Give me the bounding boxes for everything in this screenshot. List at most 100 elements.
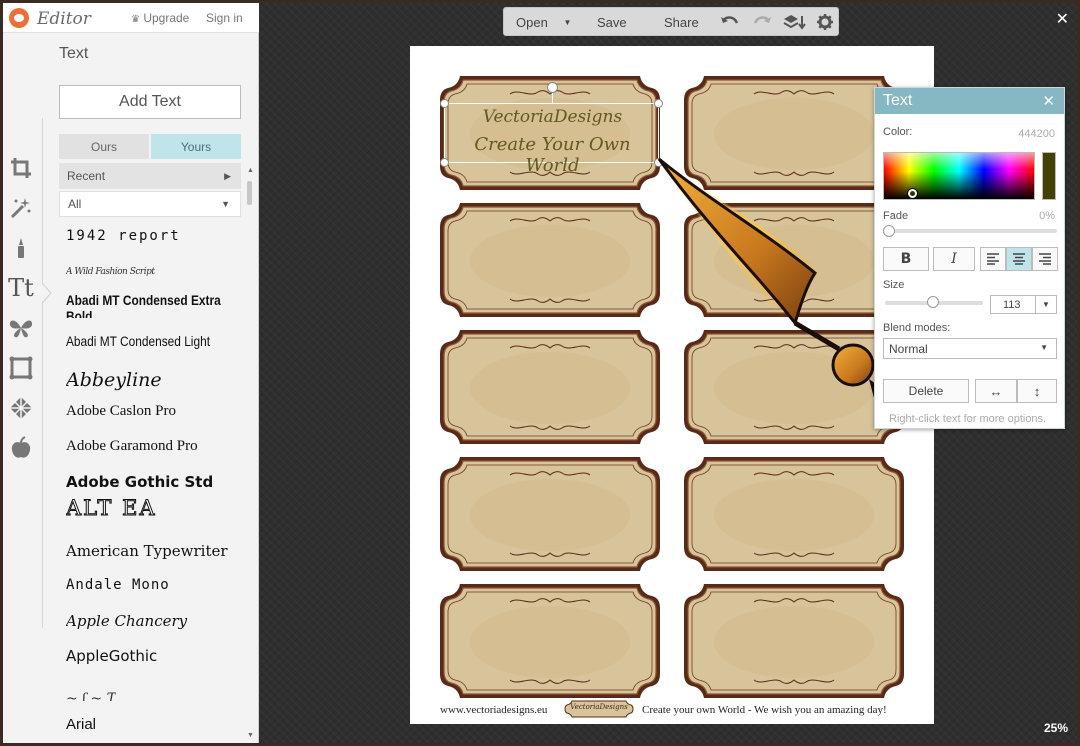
seasonal-tool[interactable] (3, 428, 39, 468)
font-item[interactable]: American Typewriter (66, 542, 228, 560)
tools-divider (42, 118, 43, 628)
zoom-level[interactable]: 25% (1044, 721, 1068, 735)
rotate-handle[interactable] (547, 82, 558, 93)
delete-button[interactable]: Delete (883, 379, 969, 403)
label-card[interactable] (438, 201, 662, 319)
save-button[interactable]: Save (597, 15, 627, 30)
footer-logo-label: VectoriaDesigns (564, 700, 634, 718)
scroll-up-icon[interactable]: ▲ (247, 167, 254, 174)
scroll-down-icon[interactable]: ▼ (247, 732, 254, 739)
open-button[interactable]: Open ▼ (516, 15, 571, 30)
app-name[interactable]: Editor (37, 9, 91, 29)
overlays-tool[interactable] (3, 308, 39, 348)
gear-icon[interactable] (817, 14, 833, 30)
resize-handle[interactable] (440, 158, 449, 167)
size-dropdown-button[interactable]: ▼ (1035, 296, 1056, 313)
upgrade-link[interactable]: ♛ Upgrade (131, 11, 189, 25)
size-input[interactable]: 113 ▼ (990, 295, 1057, 314)
chevron-down-icon: ▼ (1040, 343, 1048, 352)
fade-slider-handle[interactable] (883, 225, 895, 237)
chevron-down-icon: ▼ (1042, 300, 1050, 309)
open-label: Open (516, 15, 548, 30)
recent-filter[interactable]: Recent ▶ (59, 163, 241, 189)
effects-tool[interactable] (3, 188, 39, 228)
color-swatch[interactable] (1042, 152, 1056, 200)
brush-icon (18, 238, 24, 258)
font-item[interactable]: Abadi MT Condensed Extra Bold (66, 292, 240, 318)
font-item[interactable]: Apple Chancery (66, 612, 187, 630)
font-list-scrollbar[interactable] (247, 181, 252, 205)
font-item[interactable]: Abbeyline (66, 369, 162, 391)
font-item[interactable]: 1942 report (66, 228, 181, 244)
label-card[interactable] (682, 455, 906, 573)
text-panel-header[interactable]: Text ✕ (875, 88, 1064, 114)
chevron-right-icon: ▶ (224, 170, 231, 181)
font-item[interactable]: Adobe Caslon Pro (66, 403, 176, 420)
frames-tool[interactable] (3, 348, 39, 388)
crop-tool[interactable] (3, 148, 39, 188)
resize-handle[interactable] (654, 99, 663, 108)
selected-text-object[interactable]: VectoriaDesigns Create Your Own World (440, 82, 663, 176)
align-center-button[interactable] (1006, 247, 1032, 271)
sign-in-link[interactable]: Sign in (206, 11, 243, 25)
font-item[interactable]: AppleGothic (66, 647, 157, 665)
chevron-down-icon: ▼ (221, 199, 230, 209)
italic-button[interactable]: I (933, 247, 975, 271)
font-item[interactable]: Arial (66, 716, 96, 733)
bold-button[interactable]: B (883, 247, 929, 271)
layers-icon[interactable] (783, 14, 807, 30)
tool-rail: Tt (3, 148, 41, 468)
align-right-button[interactable] (1032, 247, 1058, 271)
label-card[interactable] (682, 582, 906, 700)
text-tool[interactable]: Tt (3, 268, 39, 308)
label-card[interactable] (438, 455, 662, 573)
color-hex-value[interactable]: 444200 (1018, 128, 1055, 140)
fade-slider-track[interactable] (885, 229, 1057, 233)
fade-value: 0% (1039, 210, 1055, 222)
logo-icon[interactable] (9, 8, 29, 28)
flip-horizontal-button[interactable]: ↔ (975, 379, 1017, 403)
font-item[interactable]: A Wild Fashion Script (66, 267, 155, 277)
font-item[interactable]: Andale Mono (66, 577, 170, 593)
align-left-button[interactable] (980, 247, 1006, 271)
color-spectrum[interactable] (883, 152, 1035, 200)
tab-ours[interactable]: Ours (59, 134, 149, 159)
align-center-icon (1013, 253, 1025, 265)
crown-icon: ♛ (131, 14, 140, 25)
resize-handle[interactable] (440, 99, 449, 108)
blend-mode-value: Normal (889, 342, 928, 356)
label-card[interactable] (438, 328, 662, 446)
close-editor-icon[interactable]: ✕ (1056, 9, 1069, 29)
touch-up-tool[interactable] (3, 228, 39, 268)
size-slider-handle[interactable] (927, 296, 939, 308)
flip-horizontal-icon: ↔ (989, 383, 1003, 399)
sidebar: Editor ♛ Upgrade Sign in Tt Text Add Tex… (3, 3, 259, 743)
align-left-icon (987, 253, 999, 265)
share-button[interactable]: Share (664, 15, 699, 30)
panel-title: Text (59, 45, 89, 62)
text-icon: Tt (8, 274, 34, 302)
font-item[interactable]: ALT EA (66, 496, 157, 521)
redo-icon[interactable] (752, 14, 772, 30)
blend-mode-select[interactable]: Normal ▼ (883, 338, 1057, 359)
texture-icon (10, 397, 32, 419)
flip-vertical-icon: ↕ (1033, 383, 1041, 399)
selected-text-line2: Create Your Own World (474, 134, 631, 176)
category-select-label: All (68, 197, 82, 211)
top-bar: Editor ♛ Upgrade Sign in (3, 3, 259, 33)
close-icon[interactable]: ✕ (1042, 92, 1055, 110)
selected-text-line1: VectoriaDesigns (482, 107, 623, 127)
undo-icon[interactable] (720, 14, 740, 30)
add-text-button[interactable]: Add Text (59, 85, 241, 119)
color-picker-handle[interactable] (908, 189, 917, 198)
footer-url: www.vectoriadesigns.eu (440, 704, 548, 716)
label-card[interactable] (438, 582, 662, 700)
tab-yours[interactable]: Yours (151, 134, 241, 159)
font-item[interactable]: Abadi MT Condensed Light (66, 333, 210, 349)
category-select[interactable]: All ▼ (59, 191, 241, 217)
text-panel-hint: Right-click text for more options. (889, 413, 1047, 425)
font-item[interactable]: Adobe Garamond Pro (66, 438, 198, 455)
textures-tool[interactable] (3, 388, 39, 428)
flip-vertical-button[interactable]: ↕ (1017, 379, 1057, 403)
font-item[interactable]: Adobe Gothic Std (66, 473, 213, 491)
